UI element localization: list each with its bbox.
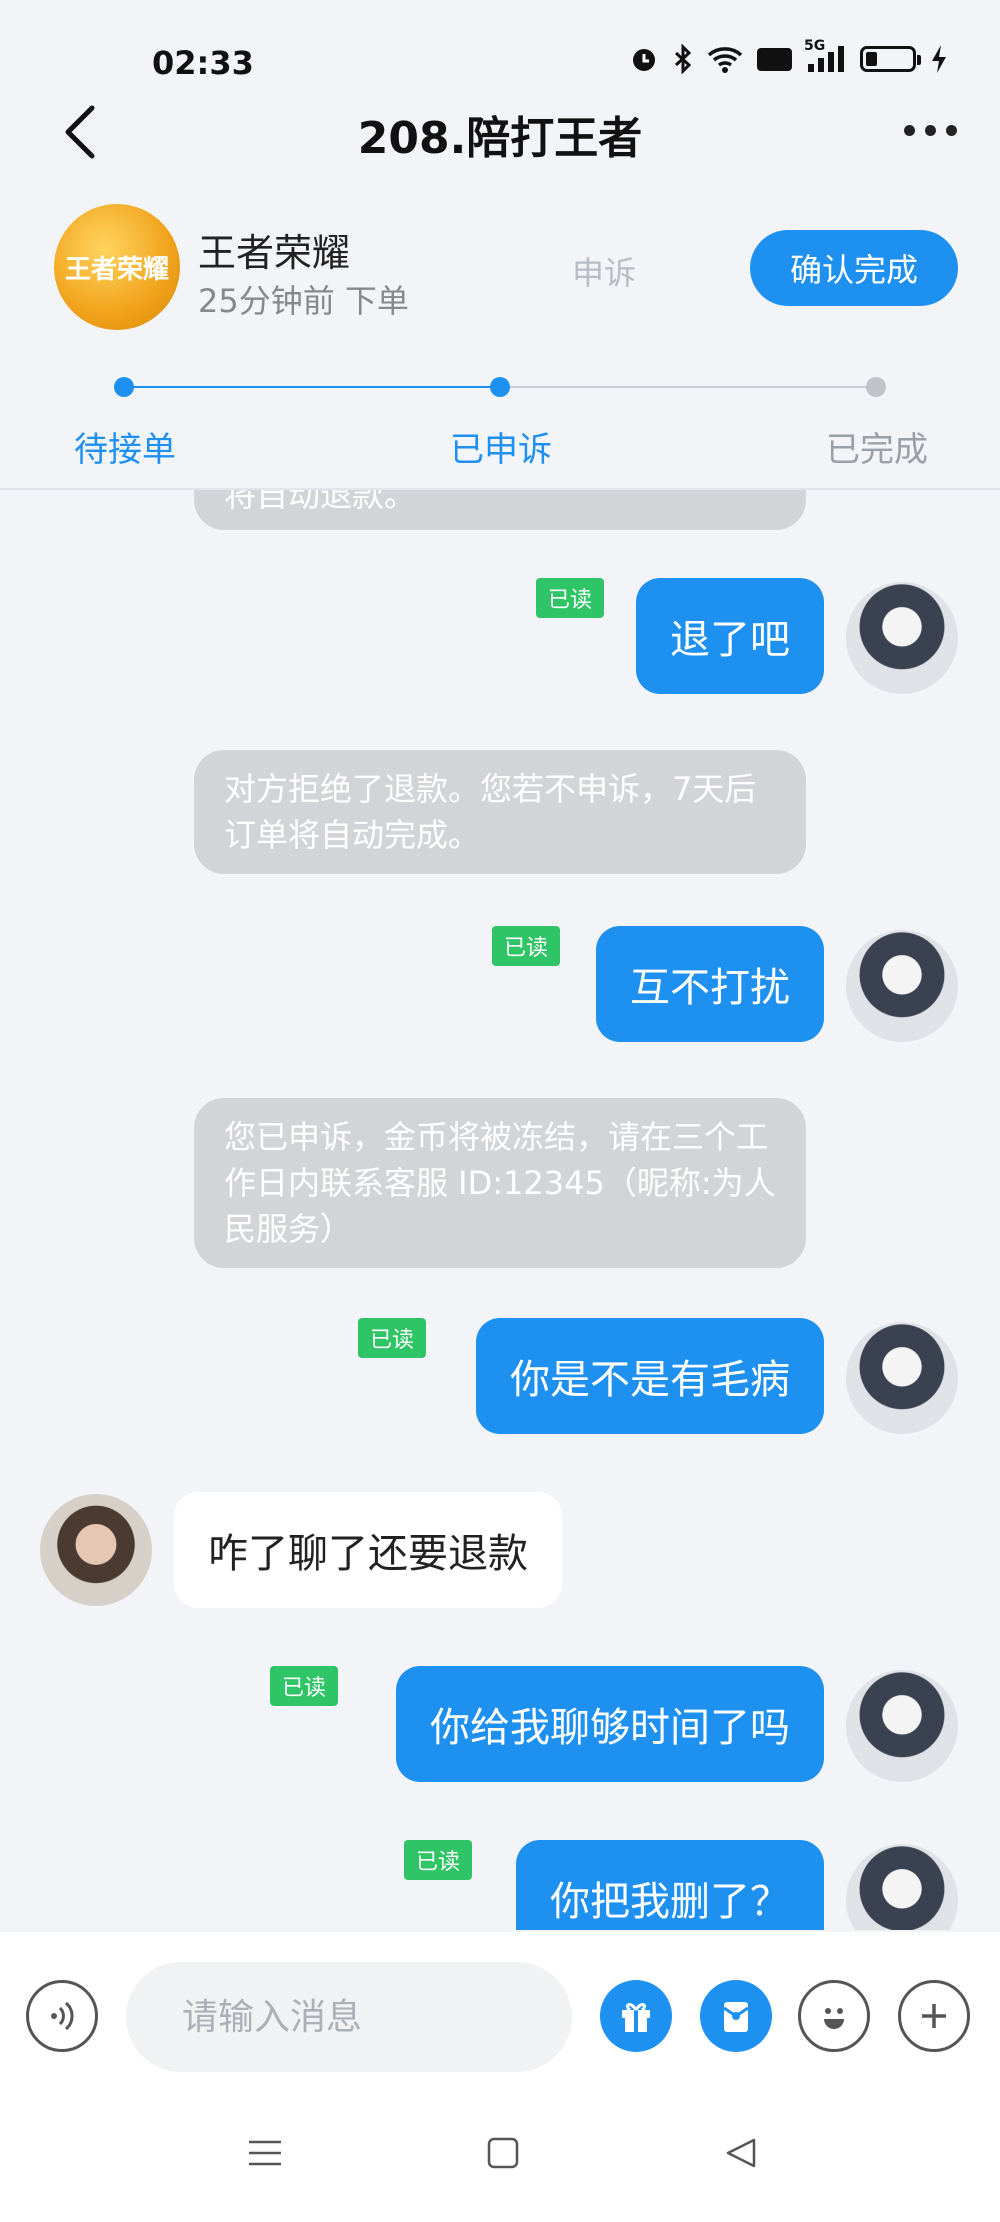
system-message-text: 对方拒绝了退款。您若不申诉，7天后订单将自动完成。 — [224, 770, 757, 854]
my-avatar[interactable] — [846, 1322, 958, 1434]
gift-button[interactable] — [600, 1980, 672, 2052]
outgoing-message[interactable]: 你是不是有毛病 — [476, 1318, 824, 1434]
more-button[interactable] — [890, 100, 970, 160]
network-label: 5G — [804, 38, 826, 54]
battery-icon — [860, 46, 921, 72]
message-text: 互不打扰 — [630, 965, 790, 1011]
menu-button[interactable] — [230, 2118, 300, 2188]
home-icon — [487, 2137, 519, 2169]
system-message: 将自动退款。 — [194, 490, 806, 530]
system-message: 对方拒绝了退款。您若不申诉，7天后订单将自动完成。 — [194, 750, 806, 874]
appeal-button[interactable]: 申诉 — [572, 248, 636, 294]
my-avatar[interactable] — [846, 930, 958, 1042]
progress-dot-2 — [490, 377, 510, 397]
game-name: 王者荣耀 — [198, 231, 351, 275]
red-packet-button[interactable] — [700, 1980, 772, 2052]
read-badge: 已读 — [492, 926, 561, 966]
incoming-message[interactable]: 咋了聊了还要退款 — [174, 1492, 562, 1608]
my-avatar[interactable] — [846, 1670, 958, 1782]
progress-step-label: 已申诉 — [450, 430, 552, 470]
message-text: 退了吧 — [670, 617, 790, 663]
progress-dot-1 — [114, 377, 134, 397]
input-bar — [0, 1932, 1000, 2082]
system-message-text: 将自动退款。 — [224, 490, 417, 514]
gift-icon — [622, 2003, 650, 2032]
read-badge: 已读 — [404, 1840, 473, 1880]
message-text: 你把我删了？ — [550, 1879, 790, 1925]
outgoing-message[interactable]: 你把我删了？ — [516, 1840, 824, 1930]
my-avatar[interactable] — [846, 582, 958, 694]
menu-icon — [249, 2140, 281, 2166]
status-time: 02:33 — [152, 44, 254, 82]
progress-step-label: 待接单 — [74, 430, 176, 470]
wifi-icon — [707, 45, 743, 73]
outgoing-message[interactable]: 互不打扰 — [596, 926, 824, 1042]
read-badge: 已读 — [270, 1666, 339, 1706]
order-placed-time: 25分钟前 下单 — [198, 282, 409, 320]
outgoing-message[interactable]: 你给我聊够时间了吗 — [396, 1666, 824, 1782]
other-user-avatar[interactable] — [40, 1494, 152, 1606]
system-navigation-bar — [0, 2082, 1000, 2222]
status-icons: HD 5G — [629, 38, 948, 74]
message-text: 你是不是有毛病 — [510, 1357, 790, 1403]
emoji-icon — [824, 2008, 844, 2029]
read-badge: 已读 — [536, 578, 605, 618]
add-button[interactable] — [898, 1980, 970, 2052]
back-triangle-icon — [726, 2138, 756, 2168]
emoji-button[interactable] — [798, 1980, 870, 2052]
battery-fill — [866, 52, 877, 66]
bluetooth-icon — [673, 44, 693, 74]
alarm-icon — [629, 44, 659, 74]
voice-button[interactable] — [26, 1980, 98, 2052]
outgoing-message[interactable]: 退了吧 — [636, 578, 824, 694]
my-avatar[interactable] — [846, 1844, 958, 1930]
progress-line-pending — [500, 386, 876, 388]
message-text: 你给我聊够时间了吗 — [430, 1705, 790, 1751]
progress-step-label: 已完成 — [826, 430, 928, 470]
progress-line-done — [124, 386, 500, 388]
more-dot-icon — [924, 124, 936, 136]
home-button[interactable] — [468, 2118, 538, 2188]
message-text: 咋了聊了还要退款 — [208, 1531, 528, 1577]
message-input[interactable] — [126, 1962, 572, 2072]
game-logo: 王者荣耀 — [54, 204, 180, 330]
progress-dot-3 — [866, 377, 886, 397]
chat-area[interactable]: 将自动退款。 已读 退了吧 对方拒绝了退款。您若不申诉，7天后订单将自动完成。 … — [0, 490, 1000, 1930]
charging-icon — [930, 44, 948, 74]
hd-icon: HD — [757, 47, 792, 71]
voice-icon — [51, 2001, 74, 2031]
confirm-complete-button[interactable]: 确认完成 — [750, 230, 958, 306]
back-nav-button[interactable] — [706, 2118, 776, 2188]
nav-bar: 208.陪打王者 — [0, 90, 1000, 170]
page-title: 208.陪打王者 — [357, 113, 643, 164]
more-dot-icon — [945, 124, 957, 136]
system-message-text: 您已申诉，金币将被冻结，请在三个工作日内联系客服 ID:12345（昵称:为人民… — [224, 1118, 776, 1248]
system-message: 您已申诉，金币将被冻结，请在三个工作日内联系客服 ID:12345（昵称:为人民… — [194, 1098, 806, 1268]
more-dot-icon — [903, 124, 915, 136]
order-progress: 待接单 已申诉 已完成 — [0, 360, 1000, 470]
red-packet-icon — [723, 2002, 749, 2032]
read-badge: 已读 — [358, 1318, 427, 1358]
signal-5g-icon: 5G — [804, 38, 846, 74]
plus-icon — [922, 2004, 946, 2028]
